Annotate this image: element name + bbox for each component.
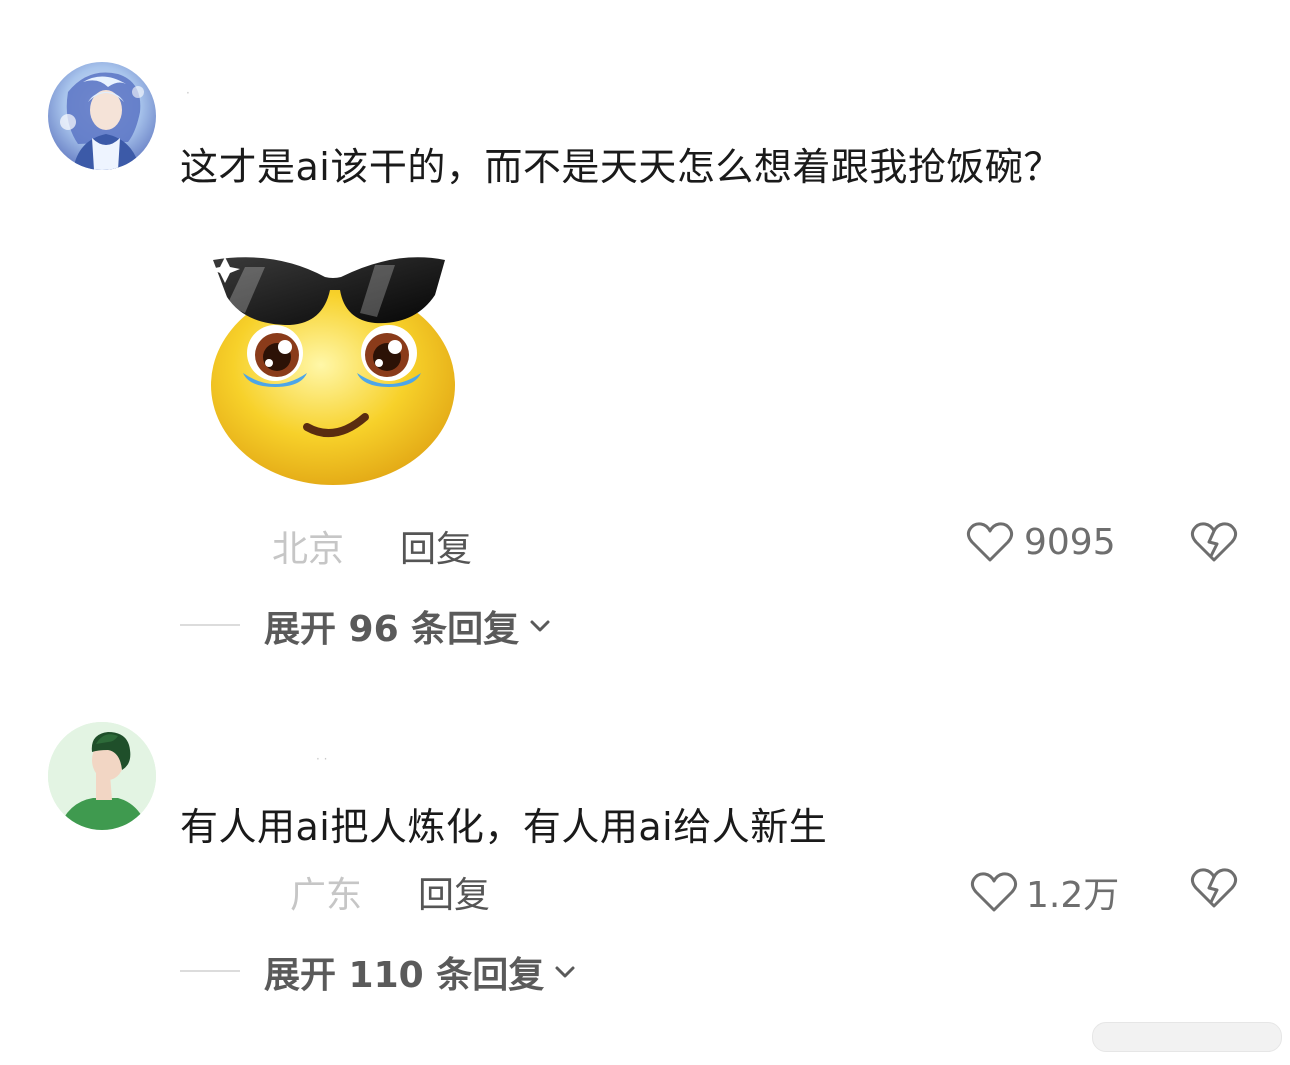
like-count: 1.2万	[1026, 875, 1120, 916]
comment-item: · · 有人用ai把人炼化，有人用ai给人新生 广东 回复 1.2万 展开 11…	[0, 690, 1290, 1065]
illustrated-boy-avatar-image	[48, 722, 156, 830]
username-placeholder: ·	[186, 86, 190, 100]
like-count: 9095	[1024, 521, 1116, 563]
comment-text: 这才是ai该干的，而不是天天怎么想着跟我抢饭碗？	[180, 145, 1062, 189]
ip-location: 北京	[272, 529, 345, 570]
expand-replies-label: 展开 96 条回复	[264, 609, 520, 650]
comment-item: · 这才是ai该干的，而不是天天怎么想着跟我抢饭碗？ 北京 回复 9095 展开…	[0, 0, 1290, 690]
broken-heart-icon[interactable]	[1190, 866, 1238, 910]
ip-location: 广东	[290, 875, 363, 916]
expand-replies-button[interactable]: 展开 96 条回复	[264, 600, 553, 652]
like-button[interactable]: 1.2万	[970, 866, 1119, 918]
heart-outline-icon	[970, 872, 1018, 912]
expand-replies-label: 展开 110 条回复	[264, 955, 545, 996]
reply-button[interactable]: 回复	[400, 520, 472, 572]
anime-character-avatar-image	[60, 72, 144, 170]
comment-meta-row: 北京 回复 9095	[0, 520, 1290, 570]
divider-line	[180, 624, 240, 626]
home-indicator-bar	[1092, 1022, 1282, 1052]
divider-line	[180, 970, 240, 972]
broken-heart-icon[interactable]	[1190, 520, 1238, 564]
comment-meta-row: 广东 回复 1.2万	[0, 866, 1290, 916]
avatar[interactable]	[48, 62, 156, 170]
chevron-down-icon	[530, 620, 550, 632]
expand-replies-row: 展开 96 条回复	[0, 600, 1290, 650]
avatar[interactable]	[48, 722, 156, 830]
comment-text: 有人用ai把人炼化，有人用ai给人新生	[180, 805, 828, 849]
cool-crying-smile-sticker	[210, 257, 455, 485]
heart-outline-icon	[966, 522, 1014, 562]
username-placeholder: · ·	[316, 752, 328, 766]
expand-replies-row: 展开 110 条回复	[0, 946, 1290, 996]
like-button[interactable]: 9095	[966, 520, 1116, 564]
reply-button[interactable]: 回复	[418, 866, 490, 918]
expand-replies-button[interactable]: 展开 110 条回复	[264, 946, 578, 998]
chevron-down-icon	[555, 966, 575, 978]
